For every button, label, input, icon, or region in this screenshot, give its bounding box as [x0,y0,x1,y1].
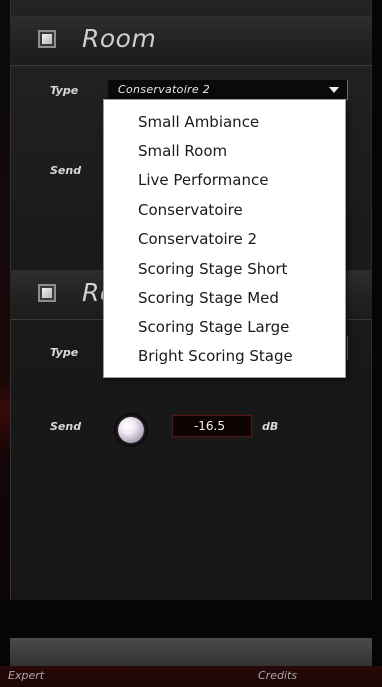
room-section-header: Room [10,16,372,66]
footer-strip [10,638,372,666]
dropdown-item[interactable]: Bright Scoring Stage [138,347,293,365]
dropdown-item[interactable]: Scoring Stage Med [138,289,279,307]
dropdown-item[interactable]: Conservatoire [138,201,243,219]
dropdown-item[interactable]: Scoring Stage Short [138,260,287,278]
dropdown-item[interactable]: Small Room [138,142,227,160]
send-value: -16.5 [193,419,225,433]
dropdown-item[interactable]: Scoring Stage Large [138,318,289,336]
send-unit-label: dB [262,420,279,433]
dropdown-item[interactable]: Conservatoire 2 [138,230,257,248]
room-type-value: Conservatoire 2 [118,83,211,96]
reverb-type-label: Type [50,346,79,359]
reverb-send-label: Send [50,420,82,433]
room-send-label: Send [50,164,82,177]
credits-link[interactable]: Credits [258,669,297,682]
room-type-label: Type [50,84,79,97]
expert-link[interactable]: Expert [8,669,44,682]
room-section-title: Room [82,24,157,53]
footer-bar: Expert Credits [0,666,382,687]
chevron-down-icon [329,87,339,93]
type-dropdown-menu: Small Ambiance Small Room Live Performan… [103,99,346,378]
room-type-select[interactable]: Conservatoire 2 [108,80,348,100]
dropdown-item[interactable]: Small Ambiance [138,113,259,131]
reverb-enable-checkbox[interactable] [38,284,56,302]
room-enable-checkbox[interactable] [38,30,56,48]
send-knob[interactable] [114,413,148,447]
dropdown-item[interactable]: Live Performance [138,171,268,189]
send-value-box[interactable]: -16.5 [172,415,252,437]
outer-left-edge [0,0,10,687]
